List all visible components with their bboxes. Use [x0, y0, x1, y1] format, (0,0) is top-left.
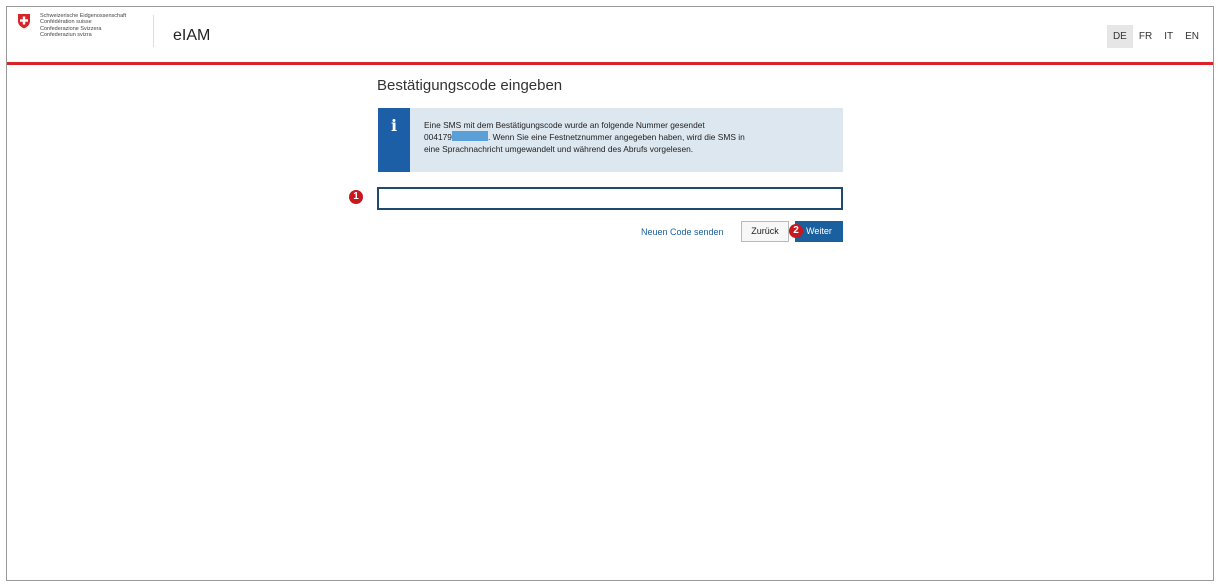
- lang-en[interactable]: EN: [1179, 25, 1205, 48]
- main-content: Bestätigungscode eingeben i Eine SMS mit…: [349, 77, 847, 242]
- language-switcher: DE FR IT EN: [1106, 25, 1205, 48]
- confirmation-code-input[interactable]: [377, 187, 843, 210]
- annotation-badge-2: 2: [789, 224, 803, 238]
- lang-fr[interactable]: FR: [1133, 25, 1158, 48]
- info-text: Eine SMS mit dem Bestätigungscode wurde …: [424, 119, 834, 155]
- browser-frame: Schweizerische Eidgenossenschaft Confédé…: [6, 6, 1214, 581]
- header: Schweizerische Eidgenossenschaft Confédé…: [7, 7, 1213, 62]
- swiss-coat-of-arms-icon: [18, 14, 30, 29]
- redacted-phone: [451, 131, 488, 141]
- page-title: Bestätigungscode eingeben: [377, 77, 563, 94]
- header-red-line: [7, 62, 1213, 65]
- confederation-text: Schweizerische Eidgenossenschaft Confédé…: [40, 13, 126, 38]
- annotation-badge-1: 1: [349, 190, 363, 204]
- info-icon: i: [378, 108, 410, 172]
- back-button[interactable]: Zurück: [741, 221, 789, 242]
- lang-it[interactable]: IT: [1158, 25, 1179, 48]
- info-line1: Eine SMS mit dem Bestätigungscode wurde …: [424, 120, 705, 130]
- info-line2: . Wenn Sie eine Festnetznummer angegeben…: [487, 132, 745, 142]
- lang-de[interactable]: DE: [1106, 25, 1133, 48]
- info-line3: eine Sprachnachricht umgewandelt und wäh…: [424, 144, 694, 154]
- info-box: i Eine SMS mit dem Bestätigungscode wurd…: [378, 108, 843, 172]
- header-divider: [153, 15, 154, 47]
- resend-code-link[interactable]: Neuen Code senden: [641, 227, 724, 237]
- confed-line-rm: Confederaziun svizra: [40, 31, 92, 38]
- app-title: eIAM: [173, 27, 211, 44]
- phone-prefix: 004179: [424, 132, 452, 142]
